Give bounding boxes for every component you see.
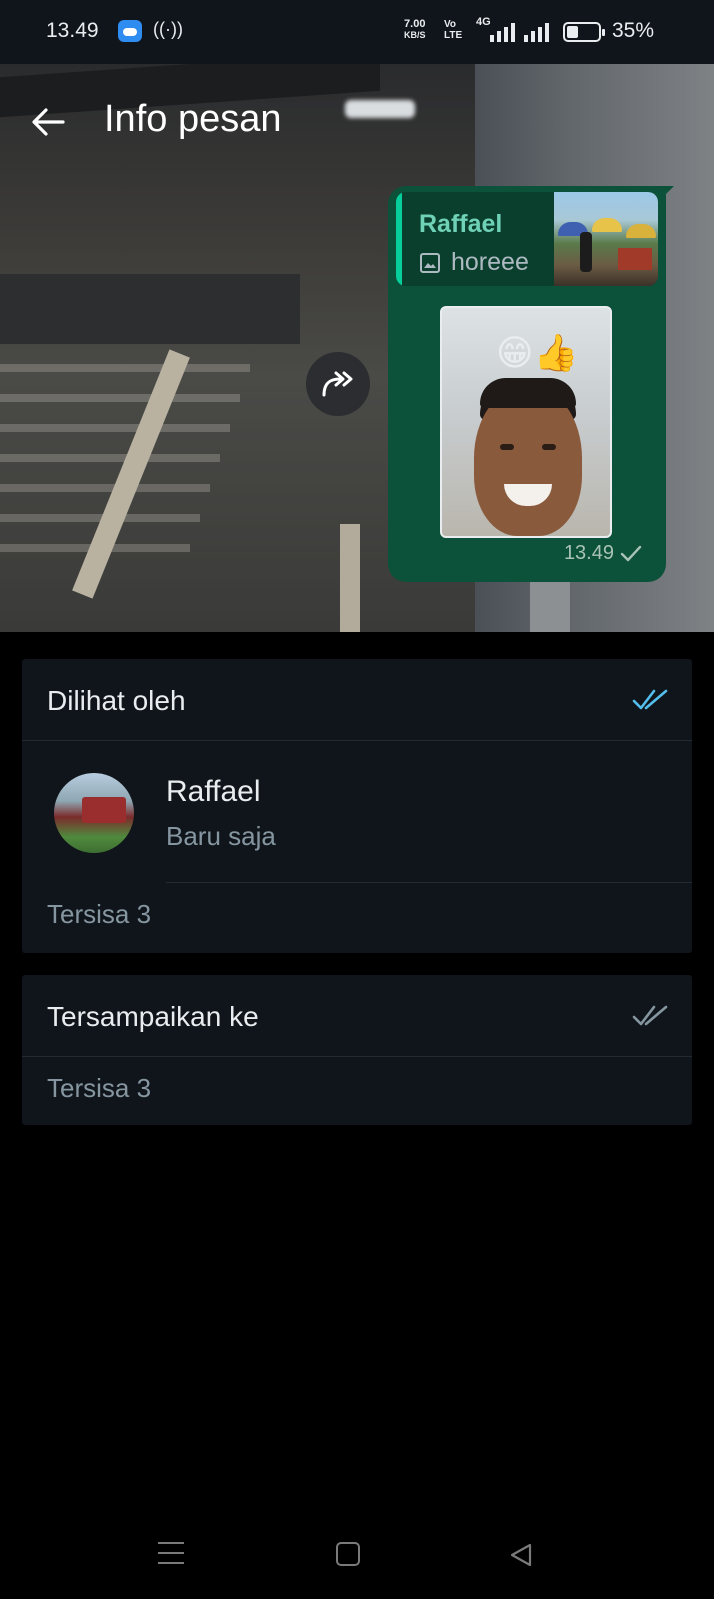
page-title: Info pesan (104, 98, 282, 140)
signal-bars-icon (490, 23, 515, 42)
delivered-remaining-row: Tersisa 3 (22, 1057, 692, 1125)
system-navigation-bar (0, 1520, 714, 1599)
delivered-to-title: Tersampaikan ke (47, 1001, 259, 1032)
battery-percent: 35% (612, 19, 655, 42)
status-bar: 13.49 ((·)) 7.00 KB/S Vo LTE 4G 35% (0, 0, 714, 64)
hotspot-icon: ((·)) (153, 19, 183, 39)
network-speed: 7.00 KB/S (404, 18, 426, 41)
contact-row[interactable]: Raffael Baru saja (22, 741, 692, 883)
contact-name: Raffael (166, 775, 261, 808)
battery-icon (563, 22, 605, 42)
single-check-icon (620, 545, 642, 561)
photo-emoji-sticker: 😁👍 (496, 332, 579, 373)
message-bubble[interactable]: Raffael horeee 😁👍 13.49 (388, 186, 666, 582)
back-button[interactable] (26, 100, 70, 144)
message-meta: 13.49 (564, 542, 642, 565)
signal-bars-icon (524, 23, 549, 42)
quoted-sender: Raffael (419, 210, 503, 238)
recent-apps-button[interactable] (158, 1542, 184, 1564)
status-time: 13.49 (46, 19, 99, 42)
quoted-thumbnail (554, 192, 658, 286)
double-check-grey-icon (632, 1005, 668, 1026)
read-by-title: Dilihat oleh (47, 685, 186, 716)
delivered-remaining-text: Tersisa 3 (47, 1073, 152, 1103)
avatar[interactable] (54, 773, 134, 853)
quoted-text-row: horeee (419, 248, 529, 277)
read-remaining-row: Tersisa 3 (22, 883, 692, 951)
image-icon (420, 252, 440, 273)
read-by-card: Dilihat oleh Raffael Baru saja Tersisa 3 (22, 659, 692, 953)
forward-button[interactable] (306, 352, 370, 416)
quoted-text: horeee (451, 248, 529, 276)
weather-app-icon (118, 20, 142, 42)
quoted-message[interactable]: Raffael horeee (396, 192, 658, 286)
read-by-header: Dilihat oleh (22, 659, 692, 741)
delivered-to-card: Tersampaikan ke Tersisa 3 (22, 975, 692, 1125)
message-photo[interactable]: 😁👍 (440, 306, 612, 538)
network-type: 4G (476, 16, 491, 28)
arrow-left-icon (32, 108, 65, 136)
system-back-button[interactable] (508, 1542, 534, 1568)
quote-accent-bar (396, 192, 402, 286)
double-check-blue-icon (632, 689, 668, 710)
home-button[interactable] (336, 1542, 360, 1566)
volte-indicator: Vo LTE (444, 19, 463, 41)
message-time: 13.49 (563, 542, 614, 564)
delivered-to-header: Tersampaikan ke (22, 975, 692, 1057)
forward-icon (322, 371, 353, 397)
contact-read-time: Baru saja (166, 821, 276, 851)
read-remaining-text: Tersisa 3 (47, 899, 152, 929)
